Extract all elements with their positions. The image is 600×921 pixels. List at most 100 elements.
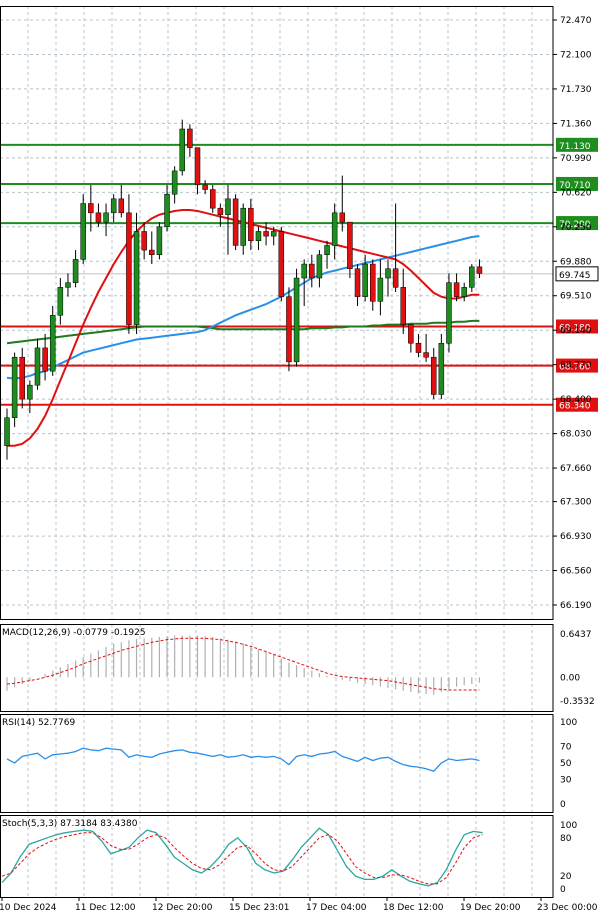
candle-body — [209, 189, 216, 209]
price-tick-label: 71.360 — [560, 119, 592, 129]
stoch-tick-label: 100 — [560, 821, 577, 831]
candle-body — [446, 282, 452, 344]
candle-body — [95, 212, 102, 223]
candle-body — [187, 128, 193, 148]
candle-body — [110, 198, 117, 214]
candle-body — [476, 266, 483, 274]
candle-body — [309, 263, 315, 279]
price-tick-label: 68.770 — [560, 361, 592, 371]
candle-body — [118, 198, 125, 214]
price-tick-label: 70.250 — [560, 223, 592, 233]
candle-body — [469, 266, 475, 288]
candle-body — [324, 245, 330, 255]
candle-body — [248, 207, 254, 242]
candle-body — [19, 356, 25, 400]
candle-body — [34, 347, 41, 386]
candle-body — [4, 417, 10, 446]
time-tick-label: 17 Dec 04:00 — [306, 903, 367, 913]
price-tick-label: 69.880 — [560, 257, 592, 267]
rsi-tick-label: 100 — [560, 718, 577, 728]
candle-body — [331, 212, 338, 246]
candle-body — [27, 384, 33, 400]
candle-body — [354, 268, 361, 297]
macd-tick-label: 0.00 — [560, 673, 580, 683]
price-tick-label: 68.400 — [560, 395, 592, 405]
time-tick-label: 15 Dec 23:01 — [229, 903, 290, 913]
candle-body — [316, 254, 323, 279]
stoch-tick-label: 80 — [560, 834, 572, 844]
candle-body — [202, 184, 208, 190]
price-tick-label: 70.990 — [560, 154, 592, 164]
current-price-label: 69.745 — [559, 271, 591, 281]
stoch-tick-label: 0 — [560, 885, 566, 895]
price-tick-label: 68.030 — [560, 430, 592, 440]
candle-body — [293, 277, 300, 363]
candle-body — [149, 249, 155, 255]
candle-body — [179, 128, 186, 172]
candle-body — [11, 356, 18, 419]
time-tick-label: 19 Dec 20:00 — [460, 903, 521, 913]
candle-body — [362, 263, 368, 297]
candle-body — [453, 282, 460, 297]
candle-body — [141, 231, 147, 251]
price-tick-label: 72.470 — [560, 16, 592, 26]
price-tick-label: 67.300 — [560, 498, 592, 508]
candle-body — [133, 231, 140, 325]
candle-body — [232, 198, 239, 246]
candle-body — [225, 198, 231, 215]
time-tick-label: 10 Dec 2024 — [0, 903, 57, 913]
macd-tick-label: 0.6437 — [560, 630, 592, 640]
candle-body — [278, 231, 285, 297]
rsi-label: RSI(14) 52.7769 — [2, 718, 75, 728]
price-tick-label: 69.510 — [560, 292, 592, 302]
price-tick-label: 71.730 — [560, 85, 592, 95]
candle-body — [430, 356, 437, 395]
candle-body — [461, 287, 467, 297]
price-tick-label: 69.140 — [560, 326, 592, 336]
candle-body — [385, 268, 391, 279]
chart-background — [0, 0, 600, 921]
price-chart: 71.13070.71070.29069.18068.76068.34069.7… — [0, 0, 600, 921]
candle-body — [217, 207, 224, 215]
candle-body — [270, 231, 277, 237]
candle-body — [126, 212, 132, 325]
time-tick-label: 18 Dec 12:00 — [383, 903, 444, 913]
candle-body — [423, 352, 429, 358]
candle-body — [347, 221, 353, 269]
candle-body — [164, 193, 170, 228]
time-tick-label: 23 Dec 00:00 — [537, 903, 598, 913]
price-tick-label: 66.190 — [560, 601, 592, 611]
price-tick-label: 66.560 — [560, 567, 592, 577]
candle-body — [301, 263, 307, 279]
macd-label: MACD(12,26,9) -0.0779 -0.1925 — [2, 628, 146, 638]
rsi-tick-label: 0 — [560, 800, 566, 810]
candle-body — [65, 282, 71, 288]
candle-body — [370, 263, 376, 302]
rsi-tick-label: 50 — [560, 759, 572, 769]
price-tick-label: 66.930 — [560, 532, 592, 542]
candle-body — [415, 342, 422, 353]
candle-body — [339, 212, 346, 223]
candle-body — [438, 342, 445, 395]
rsi-tick-label: 30 — [560, 775, 572, 785]
candle-body — [42, 347, 48, 372]
candle-body — [255, 231, 262, 242]
rsi-tick-label: 70 — [560, 743, 572, 753]
stoch-label: Stoch(5,3,3) 87.3184 83.4380 — [2, 819, 138, 829]
candle-body — [263, 231, 269, 237]
candle-body — [392, 268, 399, 288]
stoch-tick-label: 20 — [560, 872, 572, 882]
candle-body — [156, 226, 163, 255]
candle-body — [286, 296, 292, 363]
candle-body — [57, 287, 64, 316]
candle-body — [72, 259, 79, 283]
candle-body — [408, 324, 414, 344]
candle-body — [171, 170, 178, 195]
candle-body — [49, 315, 56, 372]
candle-body — [194, 147, 201, 186]
time-tick-label: 11 Dec 12:00 — [75, 903, 136, 913]
macd-tick-label: -0.3532 — [560, 697, 595, 707]
candle-body — [400, 287, 406, 325]
candle-body — [240, 207, 246, 246]
candle-body — [103, 212, 109, 223]
